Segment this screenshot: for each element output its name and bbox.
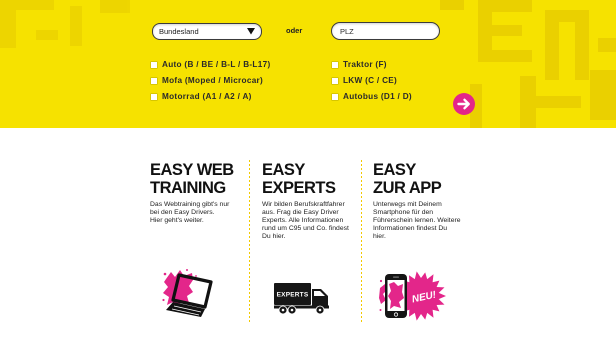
bundesland-select[interactable]: Bundesland: [152, 23, 262, 40]
feature-heading-line: ZUR APP: [373, 179, 442, 197]
feature-web-training[interactable]: EASY WEB TRAINING Das Webtraining gibt's…: [150, 161, 260, 323]
feature-heading[interactable]: EASY WEB TRAINING: [150, 161, 260, 197]
feature-text-line: Experts. Alle Informationen: [262, 217, 344, 224]
feature-text-line: Führerschein lernen. Weitere: [373, 217, 461, 224]
search-submit-button[interactable]: [453, 93, 475, 115]
search-hero: Bundesland oder Auto (B / BE / B-L / B-L…: [0, 0, 616, 128]
feature-heading-line: TRAINING: [150, 179, 226, 197]
laptop-icon[interactable]: [162, 268, 218, 320]
feature-heading-line: EASY WEB: [150, 161, 234, 179]
feature-heading-line: EASY: [373, 161, 416, 179]
checkbox-label: Mofa (Moped / Microcar): [162, 76, 264, 85]
checkbox-box[interactable]: [332, 78, 338, 84]
feature-heading-line: EXPERTS: [262, 179, 336, 197]
feature-text-line: Wir bilden Berufskraftfahrer: [262, 201, 345, 208]
bundesland-select-value: Bundesland: [159, 27, 199, 36]
feature-text: Wir bilden Berufskraftfahrer aus. Frag d…: [262, 201, 349, 241]
feature-text-line: hier.: [373, 233, 386, 240]
checkbox-auto[interactable]: Auto (B / BE / B-L / B-L17): [151, 60, 270, 70]
feature-app[interactable]: EASY ZUR APP Unterwegs mit Deinem Smartp…: [373, 161, 483, 323]
checkbox-label: Auto (B / BE / B-L / B-L17): [162, 60, 271, 69]
feature-text-line: Informationen findest Du: [373, 225, 448, 232]
feature-text-line: Das Webtraining gibt's nur: [150, 201, 230, 208]
feature-heading[interactable]: EASY ZUR APP: [373, 161, 483, 197]
checkbox-traktor[interactable]: Traktor (F): [332, 60, 387, 70]
pattern-shapes-left: [0, 0, 130, 48]
checkbox-label: Autobus (D1 / D): [343, 92, 412, 101]
feature-text-line: bei den Easy Drivers.: [150, 209, 215, 216]
feature-heading-line: EASY: [262, 161, 305, 179]
page: Bundesland oder Auto (B / BE / B-L / B-L…: [0, 0, 616, 347]
checkbox-label: Traktor (F): [343, 60, 387, 69]
truck-icon[interactable]: EXPERTS: [274, 282, 332, 315]
feature-text-line: aus. Frag die Easy Driver: [262, 209, 339, 216]
triangle-down-icon: [247, 28, 255, 35]
checkbox-label: Motorrad (A1 / A2 / A): [162, 92, 252, 101]
checkbox-motorrad[interactable]: Motorrad (A1 / A2 / A): [151, 92, 252, 102]
background-pattern: [0, 0, 616, 128]
feature-text: Das Webtraining gibt's nur bei den Easy …: [150, 201, 229, 225]
checkbox-autobus[interactable]: Autobus (D1 / D): [332, 92, 412, 102]
phone-speaker: [393, 276, 399, 278]
feature-heading[interactable]: EASY EXPERTS: [262, 161, 372, 197]
feature-text-line: Hier geht's weiter.: [150, 217, 204, 224]
or-label: oder: [286, 26, 303, 35]
checkbox-label: LKW (C / CE): [343, 76, 398, 85]
arrow-right-icon: [457, 98, 470, 110]
checkbox-box[interactable]: [151, 62, 157, 68]
feature-experts[interactable]: EASY EXPERTS Wir bilden Berufskraftfahre…: [262, 161, 372, 323]
feature-text-line: Unterwegs mit Deinem: [373, 201, 442, 208]
checkbox-lkw[interactable]: LKW (C / CE): [332, 76, 397, 86]
plz-input[interactable]: [331, 22, 440, 40]
checkbox-box[interactable]: [332, 62, 338, 68]
feature-text-line: Smartphone für den: [373, 209, 434, 216]
checkbox-mofa[interactable]: Mofa (Moped / Microcar): [151, 76, 263, 86]
checkbox-box[interactable]: [151, 94, 157, 100]
checkbox-box[interactable]: [332, 94, 338, 100]
truck-label: EXPERTS: [277, 292, 309, 299]
checkbox-box[interactable]: [151, 78, 157, 84]
feature-text-line: Du hier.: [262, 233, 286, 240]
feature-text: Unterwegs mit Deinem Smartphone für den …: [373, 201, 461, 241]
smartphone-icon[interactable]: NEU!: [379, 270, 449, 322]
feature-text-line: rund um C95 und Co. findest: [262, 225, 349, 232]
